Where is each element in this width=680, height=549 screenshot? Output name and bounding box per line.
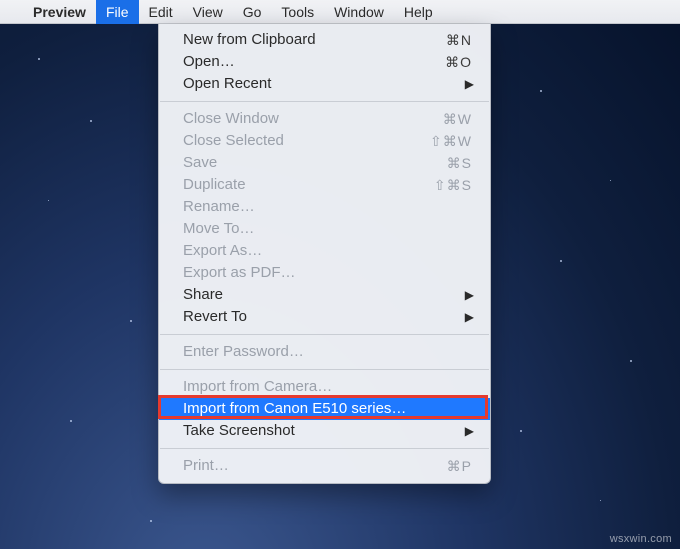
menu-item-import-from-canon-e510-series[interactable]: Import from Canon E510 series… — [159, 398, 490, 420]
apple-menu[interactable] — [10, 0, 23, 24]
star — [600, 500, 601, 501]
menu-separator — [160, 101, 489, 102]
menu-item-export-as-pdf: Export as PDF… — [159, 262, 490, 284]
menu-item-revert-to[interactable]: Revert To ▶ — [159, 306, 490, 328]
menu-item-label: Enter Password… — [183, 341, 304, 363]
menu-item-new-from-clipboard[interactable]: New from Clipboard ⌘N — [159, 29, 490, 51]
menu-item-label: Import from Canon E510 series… — [183, 398, 406, 420]
star — [560, 260, 562, 262]
chevron-right-icon: ▶ — [465, 284, 474, 306]
menu-item-import-from-camera: Import from Camera… — [159, 376, 490, 398]
menu-item-take-screenshot[interactable]: Take Screenshot ▶ — [159, 420, 490, 442]
menu-item-rename: Rename… — [159, 196, 490, 218]
menu-window[interactable]: Window — [324, 0, 394, 24]
menu-go[interactable]: Go — [233, 0, 272, 24]
desktop-background: Preview FileEditViewGoToolsWindowHelp Ne… — [0, 0, 680, 549]
menu-item-label: Move To… — [183, 218, 254, 240]
chevron-right-icon: ▶ — [465, 306, 474, 328]
menu-item-label: Rename… — [183, 196, 255, 218]
menu-item-label: Print… — [183, 455, 229, 477]
menu-item-move-to: Move To… — [159, 218, 490, 240]
menu-item-close-selected: Close Selected ⇧⌘W — [159, 130, 490, 152]
menu-item-label: Export as PDF… — [183, 262, 296, 284]
star — [90, 120, 92, 122]
menu-item-shortcut: ⌘N — [446, 29, 472, 51]
menu-separator — [160, 369, 489, 370]
menu-item-label: Share — [183, 284, 223, 306]
star — [540, 90, 542, 92]
menu-item-duplicate: Duplicate ⇧⌘S — [159, 174, 490, 196]
menu-view[interactable]: View — [183, 0, 233, 24]
star — [150, 520, 152, 522]
file-menu-dropdown: New from Clipboard ⌘N Open… ⌘O Open Recent ▶ C… — [158, 24, 491, 484]
menu-item-label: Save — [183, 152, 217, 174]
menu-item-label: New from Clipboard — [183, 29, 316, 51]
app-menu[interactable]: Preview — [23, 0, 96, 24]
menu-item-label: Export As… — [183, 240, 262, 262]
chevron-right-icon: ▶ — [465, 420, 474, 442]
menu-item-label: Revert To — [183, 306, 247, 328]
menu-item-label: Duplicate — [183, 174, 246, 196]
menu-item-shortcut: ⌘S — [447, 152, 472, 174]
menu-item-label: Import from Camera… — [183, 376, 332, 398]
menu-item-shortcut: ⌘P — [447, 455, 472, 477]
star — [38, 58, 40, 60]
menu-item-enter-password: Enter Password… — [159, 341, 490, 363]
menu-item-shortcut: ⇧⌘W — [430, 130, 472, 152]
watermark: wsxwin.com — [610, 533, 672, 545]
menu-item-label: Open… — [183, 51, 235, 73]
star — [520, 430, 522, 432]
menu-separator — [160, 334, 489, 335]
menu-item-open-recent[interactable]: Open Recent ▶ — [159, 73, 490, 95]
menu-separator — [160, 448, 489, 449]
menu-file[interactable]: File — [96, 0, 139, 24]
menu-item-save: Save ⌘S — [159, 152, 490, 174]
menu-item-label: Open Recent — [183, 73, 271, 95]
menu-item-shortcut: ⇧⌘S — [434, 174, 472, 196]
menu-help[interactable]: Help — [394, 0, 443, 24]
menu-item-shortcut: ⌘O — [445, 51, 472, 73]
star — [610, 180, 611, 181]
menu-edit[interactable]: Edit — [139, 0, 183, 24]
star — [48, 200, 49, 201]
chevron-right-icon: ▶ — [465, 73, 474, 95]
menu-item-open[interactable]: Open… ⌘O — [159, 51, 490, 73]
menu-item-shortcut: ⌘W — [443, 108, 472, 130]
menu-item-share[interactable]: Share ▶ — [159, 284, 490, 306]
star — [130, 320, 132, 322]
star — [70, 420, 72, 422]
menu-tools[interactable]: Tools — [271, 0, 324, 24]
menu-item-close-window: Close Window ⌘W — [159, 108, 490, 130]
menu-bar: Preview FileEditViewGoToolsWindowHelp — [0, 0, 680, 24]
menu-item-print: Print… ⌘P — [159, 455, 490, 477]
menu-item-label: Take Screenshot — [183, 420, 295, 442]
menu-item-label: Close Selected — [183, 130, 284, 152]
star — [630, 360, 632, 362]
menu-item-export-as: Export As… — [159, 240, 490, 262]
menu-item-label: Close Window — [183, 108, 279, 130]
